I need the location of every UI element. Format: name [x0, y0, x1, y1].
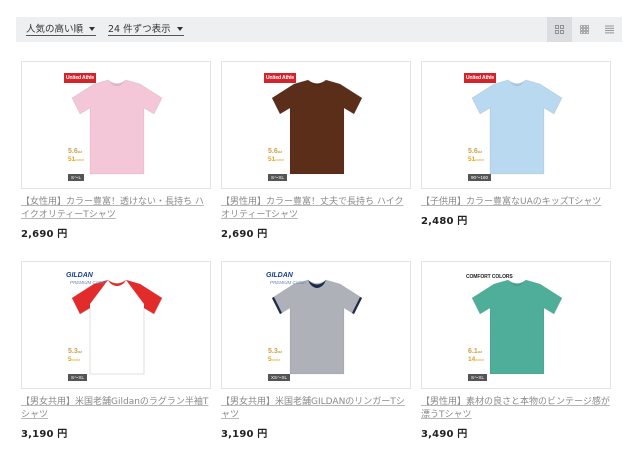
sort-label: 人気の高い順: [26, 23, 84, 35]
product-card[interactable]: GILDAN PREMIUM Cotton 5.3oz 5color XS～XL …: [221, 261, 411, 440]
product-name-link[interactable]: 【男女共用】米国老舗Gildanのラグラン半袖Tシャツ: [21, 396, 211, 422]
per-page-dropdown[interactable]: 24 件ずつ表示: [108, 24, 184, 36]
size-range: XS～XL: [268, 374, 291, 381]
product-thumbnail[interactable]: United Athle 5.6oz 51color S～L: [21, 61, 211, 189]
product-name-link[interactable]: 【女性用】カラー豊富！透けない・長持ち ハイクオリティーTシャツ: [21, 196, 211, 222]
color-count: 51color: [468, 156, 484, 163]
fabric-weight: 5.6oz: [268, 148, 283, 155]
product-card[interactable]: United Athle 5.6oz 51color 90～160 【子供用】カ…: [421, 61, 611, 227]
size-range: 90～160: [468, 174, 492, 181]
spec-badge: 5.3oz 5color XS～XL: [268, 348, 291, 383]
fabric-weight: 5.6oz: [468, 148, 483, 155]
spec-badge: 5.6oz 51color S～L: [68, 148, 85, 183]
grid-small-view-button[interactable]: [572, 17, 597, 42]
size-range: S～L: [68, 174, 85, 181]
product-price: 3,490 円: [421, 429, 468, 440]
spec-badge: 6.1oz 14color S～XL: [468, 348, 488, 383]
product-price: 3,190 円: [21, 429, 68, 440]
color-count: 5color: [268, 356, 281, 363]
color-count: 51color: [268, 156, 284, 163]
sort-dropdown[interactable]: 人気の高い順: [26, 23, 97, 36]
fabric-weight: 5.6oz: [68, 148, 83, 155]
product-price: 3,190 円: [221, 429, 268, 440]
product-thumbnail[interactable]: COMFORT COLORS 6.1oz 14color S～XL: [421, 261, 611, 389]
color-count: 5color: [68, 356, 81, 363]
product-price: 2,480 円: [421, 216, 468, 227]
product-name-link[interactable]: 【男性用】カラー豊富！丈夫で長持ち ハイクオリティーTシャツ: [221, 196, 411, 222]
brand-logo: United Athle: [64, 73, 97, 83]
caret-down-icon: [176, 27, 183, 31]
product-card[interactable]: United Athle 5.6oz 51color S～XL 【男性用】カラー…: [221, 61, 411, 240]
product-thumbnail[interactable]: GILDAN PREMIUM Cotton 5.3oz 5color S～XL: [21, 261, 211, 389]
product-card[interactable]: United Athle 5.6oz 51color S～L 【女性用】カラー豊…: [21, 61, 211, 240]
grid-large-view-button[interactable]: [547, 17, 572, 42]
fabric-weight: 6.1oz: [468, 348, 483, 355]
product-price: 2,690 円: [21, 229, 68, 240]
size-range: S～XL: [468, 374, 488, 381]
product-thumbnail[interactable]: United Athle 5.6oz 51color 90～160: [421, 61, 611, 189]
grid-large-view-icon: [555, 25, 564, 34]
product-card[interactable]: COMFORT COLORS 6.1oz 14color S～XL 【男性用】素…: [421, 261, 611, 440]
spec-badge: 5.6oz 51color S～XL: [268, 148, 288, 183]
listing-toolbar: 人気の高い順 24 件ずつ表示: [16, 17, 622, 42]
color-count: 51color: [68, 156, 84, 163]
size-range: S～XL: [268, 174, 288, 181]
list-view-icon: [605, 25, 614, 34]
product-thumbnail[interactable]: United Athle 5.6oz 51color S～XL: [221, 61, 411, 189]
per-page-label: 24 件ずつ表示: [108, 23, 171, 35]
brand-logo: GILDAN PREMIUM Cotton: [266, 272, 306, 285]
spec-badge: 5.3oz 5color S～XL: [68, 348, 88, 383]
product-name-link[interactable]: 【子供用】カラー豊富なUAのキッズTシャツ: [421, 196, 611, 209]
size-range: S～XL: [68, 374, 88, 381]
brand-logo: COMFORT COLORS: [466, 274, 513, 280]
product-card[interactable]: GILDAN PREMIUM Cotton 5.3oz 5color S～XL 【…: [21, 261, 211, 440]
spec-badge: 5.6oz 51color 90～160: [468, 148, 492, 183]
view-toggle: [547, 17, 622, 42]
grid-small-view-icon: [580, 25, 589, 34]
caret-down-icon: [89, 27, 96, 31]
list-view-button[interactable]: [597, 17, 622, 42]
fabric-weight: 5.3oz: [68, 348, 83, 355]
product-name-link[interactable]: 【男女共用】米国老舗GILDANのリンガーTシャツ: [221, 396, 411, 422]
color-count: 14color: [468, 356, 484, 363]
product-thumbnail[interactable]: GILDAN PREMIUM Cotton 5.3oz 5color XS～XL: [221, 261, 411, 389]
brand-logo: United Athle: [264, 73, 297, 83]
fabric-weight: 5.3oz: [268, 348, 283, 355]
brand-logo: United Athle: [464, 73, 497, 83]
product-price: 2,690 円: [221, 229, 268, 240]
brand-logo: GILDAN PREMIUM Cotton: [66, 272, 106, 285]
product-name-link[interactable]: 【男性用】素材の良さと本物のビンテージ感が漂うTシャツ: [421, 396, 611, 422]
